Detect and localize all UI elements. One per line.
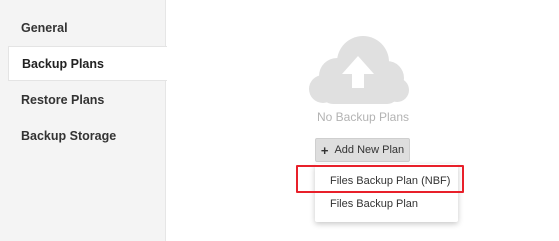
sidebar-item-label: Backup Storage bbox=[21, 128, 117, 143]
sidebar-item-backup-storage[interactable]: Backup Storage bbox=[0, 118, 166, 153]
sidebar-item-label: Backup Plans bbox=[22, 56, 104, 71]
menu-item-files-backup-plan-nbf[interactable]: Files Backup Plan (NBF) bbox=[315, 170, 458, 192]
main-content: No Backup Plans + Add New Plan Files Bac… bbox=[167, 0, 559, 241]
add-new-plan-button[interactable]: + Add New Plan bbox=[315, 138, 410, 162]
add-new-plan-label: Add New Plan bbox=[334, 144, 405, 156]
plus-icon: + bbox=[320, 142, 329, 158]
sidebar-item-label: General bbox=[21, 20, 68, 35]
sidebar-item-label: Restore Plans bbox=[21, 92, 105, 107]
empty-state-text: No Backup Plans bbox=[316, 110, 410, 124]
menu-item-label: Files Backup Plan bbox=[330, 198, 419, 210]
sidebar-item-general[interactable]: General bbox=[0, 10, 166, 45]
menu-item-files-backup-plan[interactable]: Files Backup Plan bbox=[315, 193, 458, 215]
backup-app: General Backup Plans Restore Plans Backu… bbox=[0, 0, 559, 241]
sidebar-item-restore-plans[interactable]: Restore Plans bbox=[0, 82, 166, 117]
new-plan-dropdown: Files Backup Plan (NBF) Files Backup Pla… bbox=[315, 164, 458, 222]
sidebar: General Backup Plans Restore Plans Backu… bbox=[0, 0, 167, 241]
cloud-upload-icon bbox=[309, 36, 409, 104]
sidebar-item-backup-plans[interactable]: Backup Plans bbox=[8, 46, 167, 81]
menu-item-label: Files Backup Plan (NBF) bbox=[330, 175, 451, 187]
